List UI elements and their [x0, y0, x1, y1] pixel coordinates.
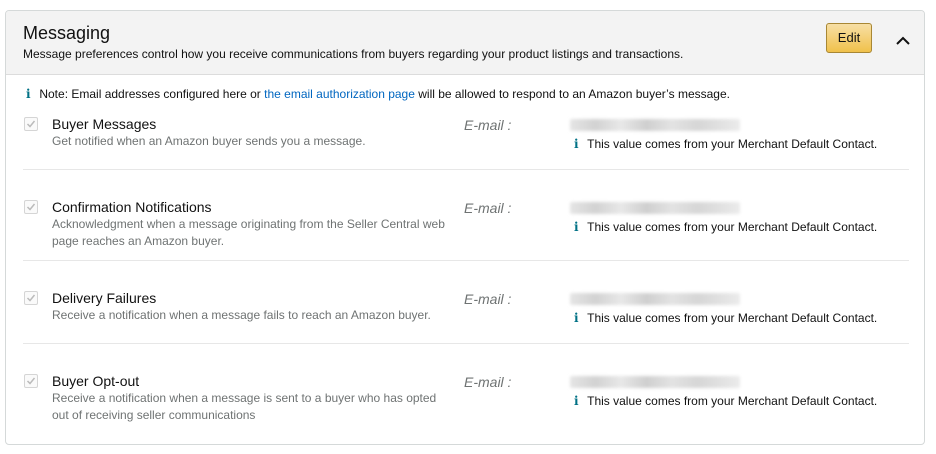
default-contact-note: i This value comes from your Merchant De…: [574, 220, 877, 234]
default-contact-text: This value comes from your Merchant Defa…: [587, 311, 878, 325]
note-prefix: Note: Email addresses configured here or: [39, 87, 265, 101]
email-value-redacted: [570, 293, 740, 305]
row-description: Get notified when an Amazon buyer sends …: [52, 134, 366, 148]
info-icon: i: [574, 137, 579, 151]
divider: [23, 343, 909, 344]
default-contact-text: This value comes from your Merchant Defa…: [587, 220, 878, 234]
delivery-failures-checkbox[interactable]: [24, 291, 38, 305]
note-suffix: will be allowed to respond to an Amazon …: [414, 87, 730, 101]
row-title: Buyer Opt-out: [52, 373, 140, 389]
row-description: Receive a notification when a message is…: [52, 391, 437, 422]
default-contact-note: i This value comes from your Merchant De…: [574, 394, 877, 408]
messaging-panel: Messaging Message preferences control ho…: [5, 10, 925, 445]
info-icon: i: [574, 220, 579, 234]
email-note: i Note: Email addresses configured here …: [26, 87, 730, 101]
info-icon: i: [574, 311, 579, 325]
divider: [23, 169, 909, 170]
default-contact-text: This value comes from your Merchant Defa…: [587, 394, 878, 408]
edit-button[interactable]: Edit: [826, 23, 872, 53]
buyer-opt-out-checkbox[interactable]: [24, 374, 38, 388]
email-label: E-mail :: [464, 291, 512, 307]
default-contact-note: i This value comes from your Merchant De…: [574, 137, 877, 151]
email-label: E-mail :: [464, 200, 512, 216]
confirmation-notifications-checkbox[interactable]: [24, 200, 38, 214]
email-authorization-link[interactable]: the email authorization page: [264, 87, 415, 101]
email-value-redacted: [570, 202, 740, 214]
divider: [23, 260, 909, 261]
page-subtitle: Message preferences control how you rece…: [23, 47, 684, 61]
default-contact-note: i This value comes from your Merchant De…: [574, 311, 877, 325]
buyer-messages-checkbox[interactable]: [24, 117, 38, 131]
panel-header: Messaging Message preferences control ho…: [6, 11, 924, 75]
info-icon: i: [26, 87, 31, 101]
row-title: Buyer Messages: [52, 116, 157, 132]
email-value-redacted: [570, 376, 740, 388]
page-title: Messaging: [23, 23, 111, 43]
info-icon: i: [574, 394, 579, 408]
default-contact-text: This value comes from your Merchant Defa…: [587, 137, 878, 151]
row-title: Delivery Failures: [52, 290, 157, 306]
row-description: Acknowledgment when a message originatin…: [52, 217, 445, 248]
email-label: E-mail :: [464, 117, 512, 133]
email-value-redacted: [570, 119, 740, 131]
chevron-up-icon[interactable]: [893, 31, 913, 51]
row-description: Receive a notification when a message fa…: [52, 308, 431, 322]
row-title: Confirmation Notifications: [52, 199, 212, 215]
email-label: E-mail :: [464, 374, 512, 390]
